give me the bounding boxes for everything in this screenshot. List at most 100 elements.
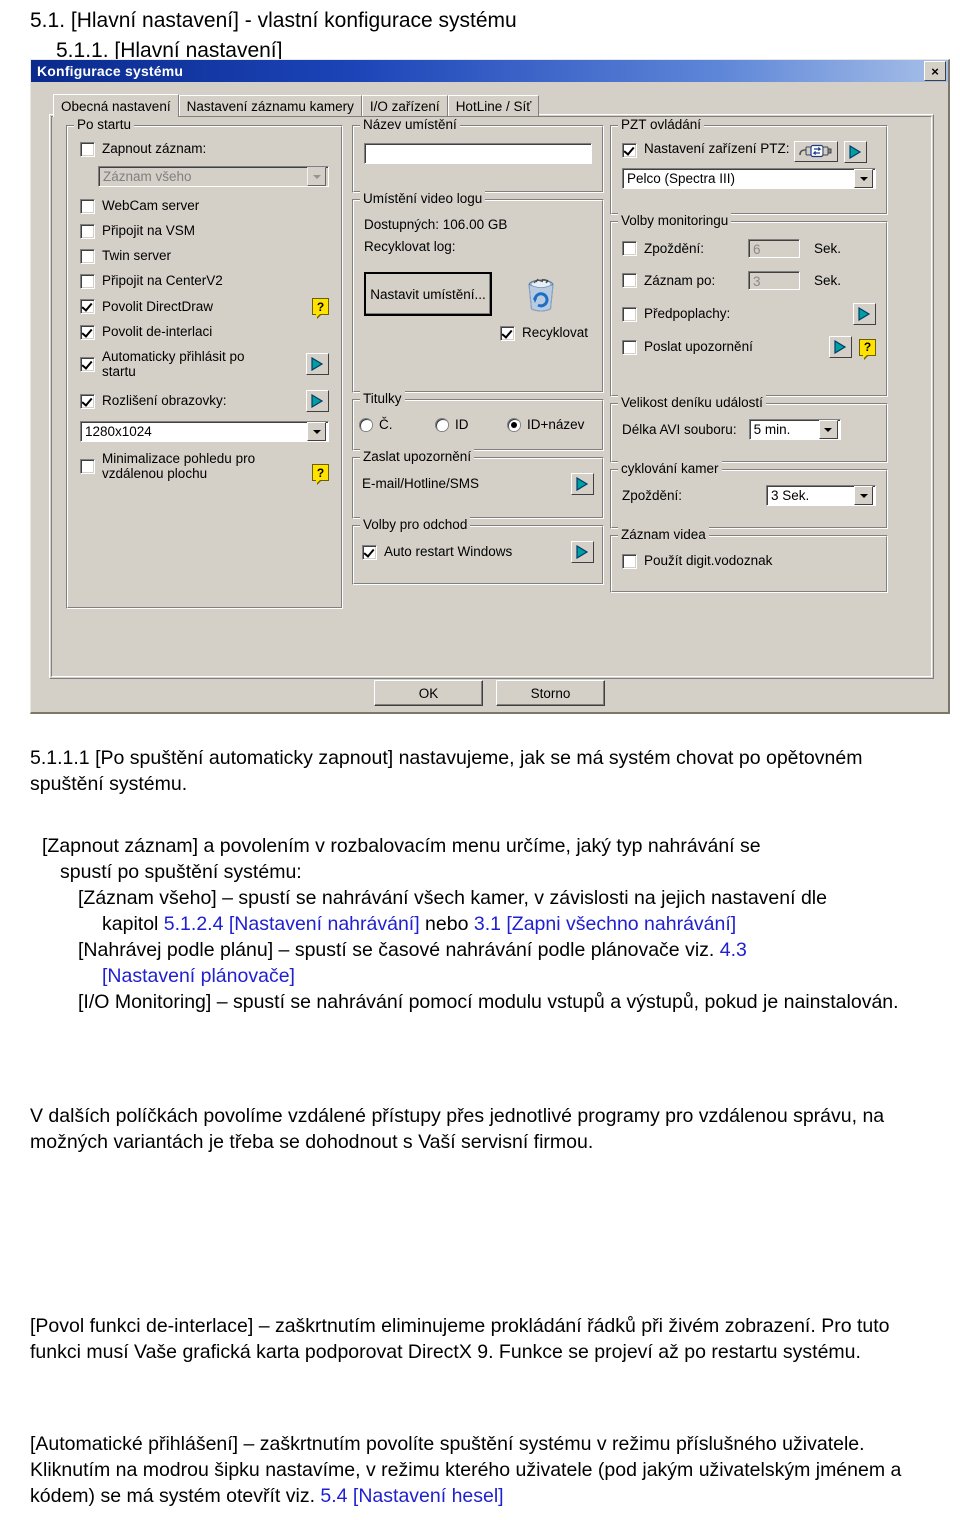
ptz-device-icon[interactable]	[794, 141, 838, 162]
blue-arrow-button-resolution[interactable]	[306, 390, 329, 412]
chevron-down-icon[interactable]	[307, 167, 326, 186]
dialog-title: Konfigurace systému	[37, 63, 184, 79]
cancel-button[interactable]: Storno	[496, 680, 605, 706]
label-radio-id-nazev: ID+název	[527, 417, 585, 432]
checkbox-automaticky-prihlasit[interactable]	[80, 356, 95, 372]
checkbox-webcam-server[interactable]	[80, 198, 95, 214]
row-zaznam-po: Záznam po: 3 Sek.	[622, 271, 876, 290]
checkbox-povolit-directdraw[interactable]	[80, 299, 95, 314]
row-poslat-upozorneni: Poslat upozornění ?	[622, 336, 876, 358]
checkbox-povolit-deinterlaci[interactable]	[80, 324, 95, 340]
combo-ptz-device[interactable]: Pelco (Spectra III)	[622, 168, 876, 189]
blue-arrow-button-ptz[interactable]	[844, 141, 867, 163]
chevron-down-icon[interactable]	[854, 486, 873, 505]
tab-page-general: Po startu Zapnout záznam: Záznam všeho W…	[51, 116, 932, 677]
link-3-1-zapni-vsechno-nahravani[interactable]: 3.1 [Zapni všechno nahrávání]	[474, 913, 736, 935]
checkbox-nastaveni-zarizeni-ptz[interactable]	[622, 143, 637, 158]
checkbox-minimalizace-pohledu[interactable]	[80, 458, 95, 474]
chevron-down-icon[interactable]	[854, 169, 873, 188]
link-5-1-2-4-nastaveni-nahravani[interactable]: 5.1.2.4 [Nastavení nahrávání]	[164, 913, 420, 935]
radio-option-cislo[interactable]: Č.	[360, 417, 436, 433]
paragraph-2-line-5: [I/O Monitoring] – spustí se nahrávání p…	[78, 991, 899, 1013]
checkbox-zaznam-po[interactable]	[622, 273, 637, 288]
label-webcam-server: WebCam server	[102, 198, 200, 213]
checkbox-pripojit-vsm[interactable]	[80, 223, 95, 239]
paragraph-2-line-1: [Zapnout záznam] a povolením v rozbalova…	[42, 833, 942, 885]
checkbox-twin-server[interactable]	[80, 248, 95, 264]
group-cyklovani-kamer-title: cyklování kamer	[618, 461, 722, 477]
group-umisteni-video-logu-title: Umístění video logu	[360, 191, 486, 207]
combo-ptz-device-value: Pelco (Spectra III)	[627, 171, 736, 186]
checkbox-poslat-upozorneni[interactable]	[622, 339, 637, 355]
tab-nastaveni-zaznamu-kamery[interactable]: Nastavení záznamu kamery	[178, 95, 362, 116]
label-zapnout-zaznam: Zapnout záznam:	[102, 141, 207, 156]
chevron-down-icon[interactable]	[307, 422, 326, 441]
column-right: PZT ovládání Nastavení zařízení PTZ: Pel…	[610, 117, 888, 599]
combo-typ-zaznamu-value: Záznam všeho	[103, 169, 192, 184]
para2-l4: [Nahrávej podle plánu] – spustí se časov…	[78, 939, 720, 961]
group-zaznam-videa-title: Záznam videa	[618, 527, 709, 543]
checkbox-recyklovat[interactable]	[499, 325, 515, 341]
paragraph-2-block: [Zapnout záznam] a povolením v rozbalova…	[42, 833, 942, 1015]
input-nazev-umisteni[interactable]	[364, 143, 592, 164]
row-zpozdeni: Zpoždění: 6 Sek.	[622, 239, 876, 258]
radio-id-nazev[interactable]	[508, 419, 520, 431]
tab-io-zarizeni[interactable]: I/O zařízení	[361, 95, 448, 116]
paragraph-3: V dalších políčkách povolíme vzdálené př…	[30, 1105, 885, 1153]
blue-arrow-button-autologin[interactable]	[306, 353, 329, 375]
group-velikost-deniku-udalosti: Velikost deníku událostí Délka AVI soubo…	[610, 395, 888, 463]
checkbox-rozliseni-obrazovky[interactable]	[80, 393, 95, 409]
button-nastavit-umisteni[interactable]: Nastavit umístění...	[364, 272, 492, 316]
combo-delka-avi[interactable]: 5 min.	[748, 419, 841, 440]
group-titulky-title: Titulky	[360, 391, 405, 407]
group-zaslat-upozorneni: Zaslat upozornění E-mail/Hotline/SMS	[352, 449, 604, 519]
group-zaznam-videa: Záznam videa Použít digit.vodoznak	[610, 527, 888, 593]
checkbox-predpoplachy[interactable]	[622, 306, 637, 322]
checkbox-zpozdeni[interactable]	[622, 241, 637, 256]
radio-cislo[interactable]	[360, 419, 372, 431]
label-zpozdeni: Zpoždění:	[644, 240, 705, 256]
paragraph-1-text: [Po spuštění automaticky zapnout] nastav…	[30, 747, 863, 795]
ok-button[interactable]: OK	[374, 680, 483, 706]
blue-arrow-button-poslat-upozorneni[interactable]	[829, 336, 852, 358]
help-icon-poslat-upozorneni[interactable]: ?	[859, 338, 876, 356]
combo-typ-zaznamu[interactable]: Záznam všeho	[98, 166, 329, 187]
paragraph-4: [Povol funkci de-interlace] – zaškrtnutí…	[30, 1315, 890, 1363]
input-zpozdeni[interactable]: 6	[748, 239, 800, 258]
row-rozliseni-obrazovky: Rozlišení obrazovky:	[80, 390, 329, 412]
label-zaznam-po: Záznam po:	[644, 272, 716, 288]
link-4-3[interactable]: 4.3	[720, 939, 747, 961]
paragraph-2-line-4: [Nahrávej podle plánu] – spustí se časov…	[42, 937, 942, 989]
para2-l2: spustí po spuštění systému:	[60, 861, 302, 883]
label-recyklovat: Recyklovat	[521, 325, 588, 340]
combo-cyklovani-zpozdeni[interactable]: 3 Sek.	[766, 485, 876, 506]
tab-obecna-nastaveni[interactable]: Obecná nastavení	[53, 94, 179, 117]
help-icon-directdraw[interactable]: ?	[312, 298, 329, 315]
radio-option-id-nazev[interactable]: ID+název	[508, 417, 584, 433]
blue-arrow-button-predpoplachy[interactable]	[853, 303, 876, 325]
tab-hotline-sit[interactable]: HotLine / Síť	[447, 95, 540, 116]
help-icon-minimize[interactable]: ?	[312, 464, 329, 481]
checkbox-zapnout-zaznam[interactable]	[80, 141, 95, 157]
para2-nebo: nebo	[419, 913, 474, 935]
blue-arrow-button-notification[interactable]	[571, 473, 594, 495]
group-nazev-umisteni: Název umístění	[352, 117, 604, 193]
radio-option-id[interactable]: ID	[436, 417, 508, 433]
combo-rozliseni[interactable]: 1280x1024	[80, 421, 329, 442]
checkbox-auto-restart-windows[interactable]	[362, 544, 377, 560]
paragraph-3-block: V dalších políčkách povolíme vzdálené př…	[30, 1103, 940, 1155]
radio-id[interactable]	[436, 419, 448, 431]
close-icon[interactable]: ×	[924, 61, 946, 81]
chevron-down-icon[interactable]	[818, 420, 838, 439]
blue-arrow-button-auto-restart[interactable]	[571, 541, 594, 563]
row-recyklovat: Recyklovat	[364, 325, 588, 341]
label-recyklovat-log: Recyklovat log:	[364, 239, 456, 254]
label-dostupnych: Dostupných: 106.00 GB	[364, 217, 508, 232]
checkbox-digit-vodoznak[interactable]	[622, 553, 637, 569]
checkbox-pripojit-centerv2[interactable]	[80, 273, 95, 289]
link-5-4-nastaveni-hesel[interactable]: 5.4 [Nastavení hesel]	[320, 1485, 503, 1507]
label-radio-id: ID	[455, 417, 469, 432]
link-nastaveni-planovace[interactable]: [Nastavení plánovače]	[102, 965, 295, 987]
para2-l3a: [Záznam všeho] – spustí se nahrávání vše…	[78, 887, 827, 909]
input-zaznam-po[interactable]: 3	[748, 271, 800, 290]
